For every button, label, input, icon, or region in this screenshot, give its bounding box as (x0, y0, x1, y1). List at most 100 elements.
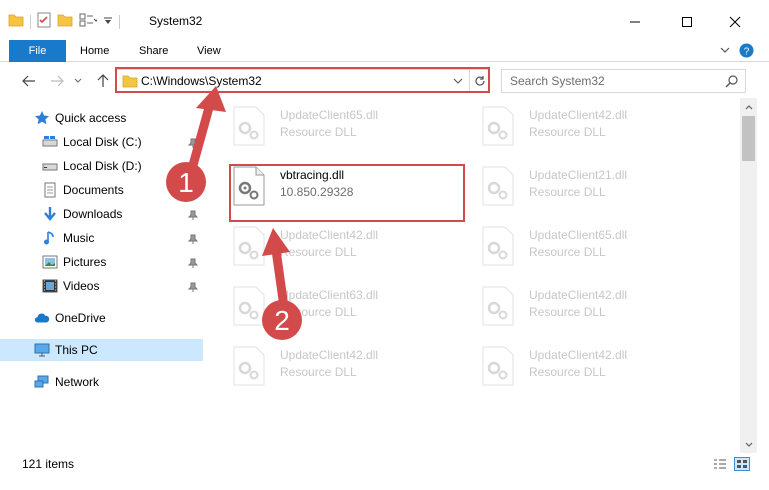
divider (119, 14, 120, 29)
sidebar-item-this-pc[interactable]: This PC (0, 339, 203, 361)
tab-share[interactable]: Share (139, 40, 168, 62)
dll-file-icon (482, 166, 514, 206)
arrow-left-icon (22, 75, 35, 87)
sidebar-item-downloads[interactable]: Downloads (0, 203, 203, 225)
sidebar-item-label: Pictures (63, 255, 107, 269)
close-icon (729, 16, 741, 28)
window-title: System32 (149, 14, 203, 28)
chevron-up-icon (745, 104, 752, 109)
file-name: UpdateClient42.dll (280, 348, 379, 362)
cloud-icon (34, 310, 50, 326)
file-name: UpdateClient42.dll (529, 348, 628, 362)
minimize-icon (630, 21, 640, 23)
computer-icon (34, 342, 50, 358)
chevron-down-icon (720, 47, 730, 53)
music-icon (42, 230, 58, 246)
search-icon[interactable] (725, 74, 739, 91)
vertical-scrollbar[interactable] (740, 98, 757, 453)
scroll-thumb[interactable] (742, 116, 755, 161)
item-count: 121 items (22, 457, 75, 471)
quick-access-toolbar (8, 12, 120, 31)
pin-icon[interactable] (187, 209, 199, 223)
tab-home[interactable]: Home (80, 40, 109, 62)
sidebar-item-onedrive[interactable]: OneDrive (0, 307, 203, 329)
recent-locations-button[interactable] (72, 72, 84, 90)
sidebar-item-documents[interactable]: Documents (0, 179, 203, 201)
file-type: Resource DLL (280, 245, 357, 259)
close-button[interactable] (715, 8, 755, 36)
file-item[interactable]: UpdateClient65.dll Resource DLL (226, 98, 462, 150)
sidebar-item-local-disk-c[interactable]: Local Disk (C:) (0, 131, 203, 153)
customize-qat-icon[interactable] (103, 15, 113, 29)
title-bar: System32 (0, 0, 769, 40)
dll-file-icon (482, 346, 514, 386)
sidebar-item-pictures[interactable]: Pictures (0, 251, 203, 273)
sidebar-item-music[interactable]: Music (0, 227, 203, 249)
view-toggle-icon[interactable] (79, 13, 99, 30)
sidebar-item-label: Network (55, 375, 100, 389)
file-item[interactable]: UpdateClient42.dll Resource DLL (475, 278, 711, 330)
sidebar-item-label: OneDrive (55, 311, 106, 325)
sidebar-item-quick-access[interactable]: Quick access (0, 107, 203, 129)
new-folder-icon[interactable] (57, 13, 73, 30)
details-view-icon (714, 459, 726, 469)
dll-file-icon (233, 106, 265, 146)
minimize-button[interactable] (615, 8, 655, 36)
sidebar-item-local-disk-d[interactable]: Local Disk (D:) (0, 155, 203, 177)
file-item[interactable]: UpdateClient42.dll Resource DLL (226, 338, 462, 390)
file-item[interactable]: UpdateClient65.dll Resource DLL (475, 218, 711, 270)
videos-icon (42, 278, 58, 294)
pin-icon[interactable] (187, 161, 199, 175)
pin-icon[interactable] (187, 257, 199, 271)
dll-file-icon (482, 106, 514, 146)
address-bar-highlight (115, 67, 490, 93)
sidebar-item-label: Downloads (63, 207, 123, 221)
pin-icon[interactable] (187, 233, 199, 247)
maximize-button[interactable] (667, 8, 707, 36)
arrow-right-icon (51, 75, 64, 87)
file-highlight (229, 164, 465, 222)
file-name: UpdateClient42.dll (529, 288, 628, 302)
sidebar-item-label: Local Disk (D:) (63, 159, 142, 173)
file-item[interactable]: UpdateClient42.dll Resource DLL (475, 338, 711, 390)
file-name: UpdateClient42.dll (529, 108, 628, 122)
tiles-view-button[interactable] (734, 457, 750, 471)
pin-icon[interactable] (187, 281, 199, 295)
help-button[interactable]: ? (739, 43, 754, 61)
file-item[interactable]: UpdateClient42.dll Resource DLL (226, 218, 462, 270)
back-button[interactable] (20, 72, 38, 90)
scroll-down-button[interactable] (740, 436, 757, 453)
tab-file[interactable]: File (9, 40, 66, 62)
scroll-up-button[interactable] (740, 98, 757, 115)
sidebar-item-label: Music (63, 231, 95, 245)
drive-icon (42, 158, 58, 174)
pin-icon[interactable] (187, 137, 199, 151)
sidebar-item-videos[interactable]: Videos (0, 275, 203, 297)
file-type: Resource DLL (529, 125, 606, 139)
dll-file-icon (482, 286, 514, 326)
tab-view[interactable]: View (197, 40, 221, 62)
pin-icon[interactable] (187, 185, 199, 199)
drive-icon (42, 134, 58, 150)
sidebar-item-label: Documents (63, 183, 124, 197)
search-input[interactable] (510, 73, 720, 89)
file-type: Resource DLL (529, 305, 606, 319)
up-button[interactable] (94, 72, 112, 90)
sidebar-item-network[interactable]: Network (0, 371, 203, 393)
help-icon: ? (739, 43, 754, 58)
pictures-icon (42, 254, 58, 270)
details-view-button[interactable] (712, 457, 728, 471)
documents-icon (42, 182, 58, 198)
file-item[interactable]: UpdateClient42.dll Resource DLL (475, 98, 711, 150)
sidebar-item-label: Local Disk (C:) (63, 135, 142, 149)
file-name: UpdateClient63.dll (280, 288, 379, 302)
chevron-down-icon (74, 78, 82, 83)
dll-file-icon (233, 346, 265, 386)
file-item[interactable]: UpdateClient21.dll Resource DLL (475, 158, 711, 210)
properties-icon[interactable] (37, 12, 51, 31)
expand-ribbon-button[interactable] (718, 43, 732, 60)
arrow-up-icon (97, 74, 109, 87)
forward-button[interactable] (48, 72, 66, 90)
file-item[interactable]: UpdateClient63.dll Resource DLL (226, 278, 462, 330)
search-box[interactable] (501, 69, 746, 93)
